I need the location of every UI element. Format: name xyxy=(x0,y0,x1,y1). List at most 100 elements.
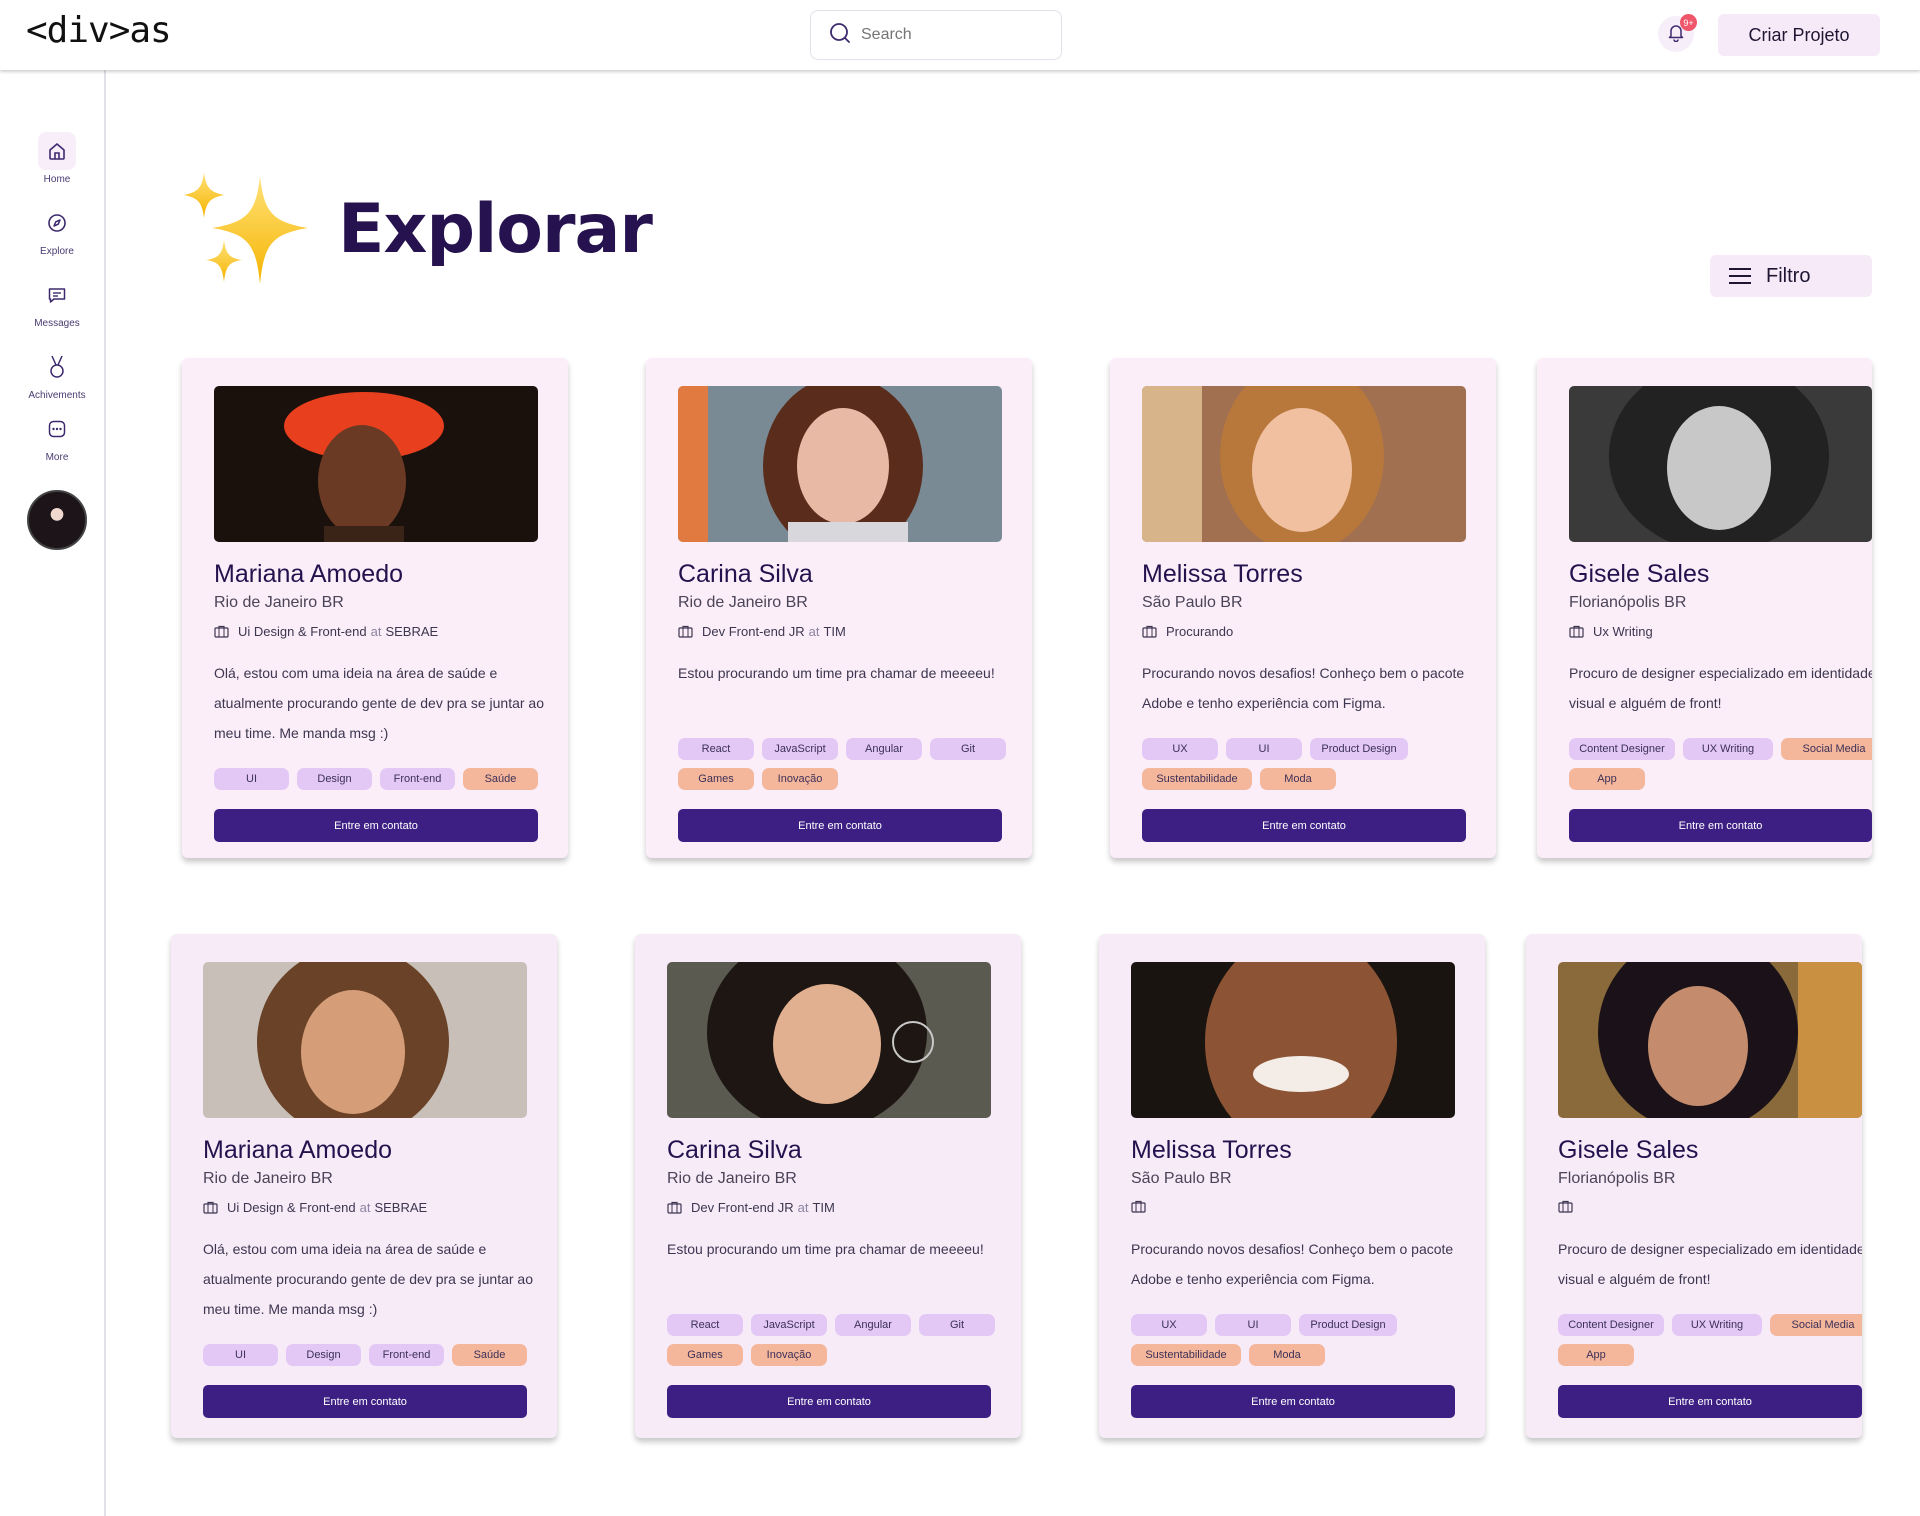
contact-button[interactable]: Entre em contato xyxy=(214,809,538,842)
profile-card: Melissa Torres São Paulo BR Procurando n… xyxy=(1099,934,1485,1438)
contact-button[interactable]: Entre em contato xyxy=(1569,809,1872,842)
tag[interactable]: Saúde xyxy=(452,1344,527,1366)
tag[interactable]: Content Designer xyxy=(1569,738,1675,760)
profile-photo xyxy=(1569,386,1872,542)
create-project-button[interactable]: Criar Projeto xyxy=(1718,14,1880,56)
tag[interactable]: UI xyxy=(1226,738,1302,760)
top-bar: <div>as 9+ Criar Projeto xyxy=(0,0,1920,70)
role-title: Ux Writing xyxy=(1593,624,1653,639)
profile-location: Rio de Janeiro BR xyxy=(214,594,344,611)
profile-card: Gisele Sales Florianópolis BR Procuro de… xyxy=(1526,934,1862,1438)
contact-button[interactable]: Entre em contato xyxy=(203,1385,527,1418)
tag[interactable]: Design xyxy=(286,1344,361,1366)
tag[interactable]: React xyxy=(678,738,754,760)
profile-role: Dev Front-end JR at TIM xyxy=(678,624,846,639)
tag[interactable]: Social Media xyxy=(1770,1314,1862,1336)
profile-location: Rio de Janeiro BR xyxy=(678,594,808,611)
tag[interactable]: Content Designer xyxy=(1558,1314,1664,1336)
profile-photo xyxy=(214,386,538,542)
briefcase-icon xyxy=(1131,1200,1146,1213)
profile-card: Gisele Sales Florianópolis BR Ux Writing… xyxy=(1537,358,1872,858)
sidebar: Home Explore Messages Achivements More xyxy=(0,70,106,1516)
tag[interactable]: Git xyxy=(919,1314,995,1336)
sidebar-item-more[interactable]: More xyxy=(0,410,114,463)
sidebar-item-label: Home xyxy=(43,174,71,185)
tag[interactable]: Moda xyxy=(1260,768,1336,790)
tag[interactable]: Social Media xyxy=(1781,738,1872,760)
more-icon xyxy=(38,410,76,448)
tag-list: UI Design Front-end Saúde xyxy=(214,768,544,790)
profile-bio: Procurando novos desafios! Conheço bem o… xyxy=(1131,1241,1454,1287)
role-company: SEBRAE xyxy=(374,1200,428,1215)
profile-name: Melissa Torres xyxy=(1131,1136,1292,1164)
profile-role: Dev Front-end JR at TIM xyxy=(667,1200,835,1215)
tag[interactable]: Moda xyxy=(1249,1344,1325,1366)
tag[interactable]: UX Writing xyxy=(1683,738,1773,760)
sidebar-item-home[interactable]: Home xyxy=(0,132,114,185)
profile-role: Ui Design & Front-end at SEBRAE xyxy=(203,1200,427,1215)
tag[interactable]: JavaScript xyxy=(751,1314,827,1336)
profile-photo xyxy=(203,962,527,1118)
profile-bio: Olá, estou com uma ideia na área de saúd… xyxy=(203,1241,534,1317)
tag[interactable]: Front-end xyxy=(380,768,455,790)
search-input[interactable] xyxy=(861,26,1041,44)
tag[interactable]: Sustentabilidade xyxy=(1131,1344,1241,1366)
tag[interactable]: UI xyxy=(203,1344,278,1366)
briefcase-icon xyxy=(1558,1200,1573,1213)
profile-photo xyxy=(667,962,991,1118)
profile-name: Melissa Torres xyxy=(1142,560,1303,588)
profile-card: Mariana Amoedo Rio de Janeiro BR Ui Desi… xyxy=(171,934,557,1438)
profile-name: Carina Silva xyxy=(678,560,813,588)
tag[interactable]: Saúde xyxy=(463,768,538,790)
tag[interactable]: Design xyxy=(297,768,372,790)
tag[interactable]: Sustentabilidade xyxy=(1142,768,1252,790)
logo[interactable]: <div>as xyxy=(26,10,172,51)
contact-button[interactable]: Entre em contato xyxy=(678,809,1002,842)
sidebar-item-messages[interactable]: Messages xyxy=(0,276,114,329)
contact-button[interactable]: Entre em contato xyxy=(1558,1385,1862,1418)
tag[interactable]: Front-end xyxy=(369,1344,444,1366)
filter-button-label: Filtro xyxy=(1766,264,1811,287)
tag[interactable]: Product Design xyxy=(1310,738,1408,760)
role-company: SEBRAE xyxy=(385,624,439,639)
profile-name: Mariana Amoedo xyxy=(203,1136,393,1164)
tag[interactable]: Inovação xyxy=(762,768,838,790)
role-at: at xyxy=(797,1200,809,1215)
contact-button[interactable]: Entre em contato xyxy=(667,1385,991,1418)
tag[interactable]: Git xyxy=(930,738,1006,760)
notifications-button[interactable]: 9+ xyxy=(1658,14,1697,52)
tag[interactable]: UX xyxy=(1131,1314,1207,1336)
sidebar-item-explore[interactable]: Explore xyxy=(0,204,114,257)
profile-location: Florianópolis BR xyxy=(1558,1170,1676,1187)
tag[interactable]: UI xyxy=(1215,1314,1291,1336)
filter-button[interactable]: Filtro xyxy=(1710,255,1872,297)
tag[interactable]: UX xyxy=(1142,738,1218,760)
sparkles-icon xyxy=(182,172,312,297)
tag[interactable]: Angular xyxy=(846,738,922,760)
tag[interactable]: App xyxy=(1569,768,1645,790)
profile-photo xyxy=(1558,962,1862,1118)
tag[interactable]: App xyxy=(1558,1344,1634,1366)
tag[interactable]: Product Design xyxy=(1299,1314,1397,1336)
contact-button[interactable]: Entre em contato xyxy=(1142,809,1466,842)
tag[interactable]: UX Writing xyxy=(1672,1314,1762,1336)
briefcase-icon xyxy=(678,625,693,638)
briefcase-icon xyxy=(203,1201,218,1214)
profile-role: Ux Writing xyxy=(1569,624,1653,639)
profile-role xyxy=(1131,1200,1155,1213)
tag-list: UX UI Product Design Sustentabilidade Mo… xyxy=(1142,738,1472,790)
tag[interactable]: Angular xyxy=(835,1314,911,1336)
search-box[interactable] xyxy=(810,10,1062,60)
tag[interactable]: Games xyxy=(678,768,754,790)
tag[interactable]: Inovação xyxy=(751,1344,827,1366)
tag[interactable]: Games xyxy=(667,1344,743,1366)
profile-location: Rio de Janeiro BR xyxy=(203,1170,333,1187)
tag-list: React JavaScript Angular Git Games Inova… xyxy=(678,738,1008,790)
sidebar-item-achivements[interactable]: Achivements xyxy=(0,348,114,401)
role-title: Ui Design & Front-end xyxy=(238,624,367,639)
user-avatar[interactable] xyxy=(27,490,87,550)
tag[interactable]: JavaScript xyxy=(762,738,838,760)
contact-button[interactable]: Entre em contato xyxy=(1131,1385,1455,1418)
tag[interactable]: UI xyxy=(214,768,289,790)
tag[interactable]: React xyxy=(667,1314,743,1336)
